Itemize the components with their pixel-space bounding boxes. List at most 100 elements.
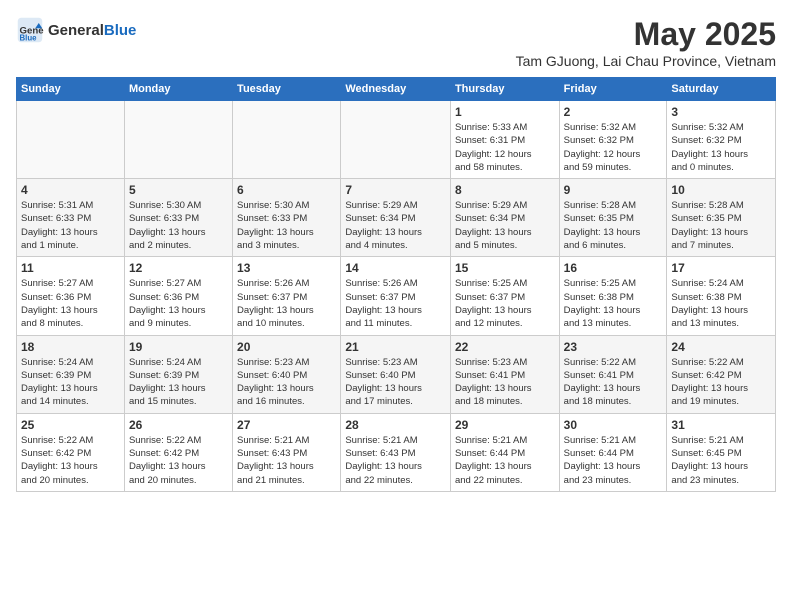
day-info: Sunrise: 5:26 AMSunset: 6:37 PMDaylight:… (237, 277, 336, 330)
title-block: May 2025 Tam GJuong, Lai Chau Province, … (516, 16, 776, 69)
calendar-cell: 15Sunrise: 5:25 AMSunset: 6:37 PMDayligh… (450, 257, 559, 335)
weekday-header-monday: Monday (124, 78, 232, 101)
calendar-cell: 17 Sunrise: 5:24 AMSunset: 6:38 PMDayligh… (667, 257, 776, 335)
calendar-body: 1 Sunrise: 5:33 AMSunset: 6:31 PMDaylight… (17, 101, 776, 492)
day-number: 25 (21, 418, 120, 432)
day-info: Sunrise: 5:21 AMSunset: 6:43 PMDaylight:… (345, 434, 446, 487)
calendar-cell: 31Sunrise: 5:21 AMSunset: 6:45 PMDayligh… (667, 413, 776, 491)
day-info: Sunrise: 5:33 AMSunset: 6:31 PMDaylight:… (455, 121, 555, 174)
day-number: 7 (345, 183, 446, 197)
day-number: 6 (237, 183, 336, 197)
day-number: 2 (564, 105, 663, 119)
calendar-cell: 16 Sunrise: 5:25 AMSunset: 6:38 PMDayligh… (559, 257, 667, 335)
weekday-header-saturday: Saturday (667, 78, 776, 101)
day-info: Sunrise: 5:32 AMSunset: 6:32 PMDaylight:… (564, 121, 663, 174)
day-number: 28 (345, 418, 446, 432)
day-info: Sunrise: 5:30 AMSunset: 6:33 PMDaylight:… (129, 199, 228, 252)
day-number: 5 (129, 183, 228, 197)
day-info: Sunrise: 5:29 AMSunset: 6:34 PMDaylight:… (345, 199, 446, 252)
day-info: Sunrise: 5:27 AMSunset: 6:36 PMDaylight:… (129, 277, 228, 330)
day-number: 29 (455, 418, 555, 432)
calendar-cell: 3Sunrise: 5:32 AMSunset: 6:32 PMDaylight… (667, 101, 776, 179)
calendar-cell: 14 Sunrise: 5:26 AMSunset: 6:37 PMDayligh… (341, 257, 451, 335)
calendar-cell: 27 Sunrise: 5:21 AMSunset: 6:43 PMDayligh… (233, 413, 341, 491)
day-number: 22 (455, 340, 555, 354)
week-row-5: 25 Sunrise: 5:22 AMSunset: 6:42 PMDayligh… (17, 413, 776, 491)
day-number: 3 (671, 105, 771, 119)
calendar-cell: 30 Sunrise: 5:21 AMSunset: 6:44 PMDayligh… (559, 413, 667, 491)
calendar-cell: 4 Sunrise: 5:31 AMSunset: 6:33 PMDaylight… (17, 179, 125, 257)
day-info: Sunrise: 5:22 AMSunset: 6:42 PMDaylight:… (671, 356, 771, 409)
week-row-1: 1 Sunrise: 5:33 AMSunset: 6:31 PMDaylight… (17, 101, 776, 179)
calendar-cell: 25 Sunrise: 5:22 AMSunset: 6:42 PMDayligh… (17, 413, 125, 491)
calendar-cell: 5 Sunrise: 5:30 AMSunset: 6:33 PMDaylight… (124, 179, 232, 257)
day-info: Sunrise: 5:27 AMSunset: 6:36 PMDaylight:… (21, 277, 120, 330)
day-number: 16 (564, 261, 663, 275)
day-info: Sunrise: 5:24 AMSunset: 6:39 PMDaylight:… (129, 356, 228, 409)
calendar-table: SundayMondayTuesdayWednesdayThursdayFrid… (16, 77, 776, 492)
calendar-cell: 18Sunrise: 5:24 AMSunset: 6:39 PMDayligh… (17, 335, 125, 413)
calendar-cell: 22 Sunrise: 5:23 AMSunset: 6:41 PMDayligh… (450, 335, 559, 413)
day-number: 17 (671, 261, 771, 275)
day-info: Sunrise: 5:24 AMSunset: 6:39 PMDaylight:… (21, 356, 120, 409)
logo-blue: Blue (104, 22, 137, 39)
day-number: 27 (237, 418, 336, 432)
calendar-cell: 23Sunrise: 5:22 AMSunset: 6:41 PMDayligh… (559, 335, 667, 413)
day-info: Sunrise: 5:26 AMSunset: 6:37 PMDaylight:… (345, 277, 446, 330)
day-info: Sunrise: 5:23 AMSunset: 6:40 PMDaylight:… (237, 356, 336, 409)
day-number: 9 (564, 183, 663, 197)
weekday-header-friday: Friday (559, 78, 667, 101)
week-row-2: 4 Sunrise: 5:31 AMSunset: 6:33 PMDaylight… (17, 179, 776, 257)
day-number: 12 (129, 261, 228, 275)
calendar-cell: 2 Sunrise: 5:32 AMSunset: 6:32 PMDaylight… (559, 101, 667, 179)
calendar-cell: 26Sunrise: 5:22 AMSunset: 6:42 PMDayligh… (124, 413, 232, 491)
weekday-header-tuesday: Tuesday (233, 78, 341, 101)
header: General Blue General Blue May 2025 Tam G… (16, 16, 776, 69)
day-info: Sunrise: 5:30 AMSunset: 6:33 PMDaylight:… (237, 199, 336, 252)
day-info: Sunrise: 5:23 AMSunset: 6:41 PMDaylight:… (455, 356, 555, 409)
calendar-cell: 12 Sunrise: 5:27 AMSunset: 6:36 PMDayligh… (124, 257, 232, 335)
day-number: 1 (455, 105, 555, 119)
day-info: Sunrise: 5:25 AMSunset: 6:37 PMDaylight:… (455, 277, 555, 330)
week-row-4: 18Sunrise: 5:24 AMSunset: 6:39 PMDayligh… (17, 335, 776, 413)
calendar-subtitle: Tam GJuong, Lai Chau Province, Vietnam (516, 53, 776, 69)
weekday-header-thursday: Thursday (450, 78, 559, 101)
day-number: 4 (21, 183, 120, 197)
calendar-cell: 11 Sunrise: 5:27 AMSunset: 6:36 PMDayligh… (17, 257, 125, 335)
day-info: Sunrise: 5:22 AMSunset: 6:42 PMDaylight:… (129, 434, 228, 487)
day-info: Sunrise: 5:21 AMSunset: 6:44 PMDaylight:… (455, 434, 555, 487)
calendar-cell: 8Sunrise: 5:29 AMSunset: 6:34 PMDaylight… (450, 179, 559, 257)
calendar-cell: 20Sunrise: 5:23 AMSunset: 6:40 PMDayligh… (233, 335, 341, 413)
calendar-cell: 9 Sunrise: 5:28 AMSunset: 6:35 PMDaylight… (559, 179, 667, 257)
day-info: Sunrise: 5:22 AMSunset: 6:42 PMDaylight:… (21, 434, 120, 487)
day-info: Sunrise: 5:28 AMSunset: 6:35 PMDaylight:… (564, 199, 663, 252)
day-info: Sunrise: 5:29 AMSunset: 6:34 PMDaylight:… (455, 199, 555, 252)
day-number: 11 (21, 261, 120, 275)
weekday-header-sunday: Sunday (17, 78, 125, 101)
week-row-3: 11 Sunrise: 5:27 AMSunset: 6:36 PMDayligh… (17, 257, 776, 335)
day-info: Sunrise: 5:21 AMSunset: 6:44 PMDaylight:… (564, 434, 663, 487)
day-info: Sunrise: 5:21 AMSunset: 6:43 PMDaylight:… (237, 434, 336, 487)
day-number: 19 (129, 340, 228, 354)
day-number: 14 (345, 261, 446, 275)
day-number: 31 (671, 418, 771, 432)
calendar-cell (17, 101, 125, 179)
day-number: 30 (564, 418, 663, 432)
calendar-cell: 6 Sunrise: 5:30 AMSunset: 6:33 PMDaylight… (233, 179, 341, 257)
calendar-title: May 2025 (516, 16, 776, 53)
calendar-cell (124, 101, 232, 179)
calendar-cell (233, 101, 341, 179)
day-number: 23 (564, 340, 663, 354)
calendar-cell: 28 Sunrise: 5:21 AMSunset: 6:43 PMDayligh… (341, 413, 451, 491)
day-info: Sunrise: 5:25 AMSunset: 6:38 PMDaylight:… (564, 277, 663, 330)
calendar-cell (341, 101, 451, 179)
day-number: 10 (671, 183, 771, 197)
calendar-cell: 10Sunrise: 5:28 AMSunset: 6:35 PMDayligh… (667, 179, 776, 257)
day-info: Sunrise: 5:24 AMSunset: 6:38 PMDaylight:… (671, 277, 771, 330)
calendar-cell: 1 Sunrise: 5:33 AMSunset: 6:31 PMDaylight… (450, 101, 559, 179)
day-info: Sunrise: 5:31 AMSunset: 6:33 PMDaylight:… (21, 199, 120, 252)
weekday-header-row: SundayMondayTuesdayWednesdayThursdayFrid… (17, 78, 776, 101)
day-number: 24 (671, 340, 771, 354)
calendar-cell: 13Sunrise: 5:26 AMSunset: 6:37 PMDayligh… (233, 257, 341, 335)
logo: General Blue General Blue (16, 16, 136, 44)
